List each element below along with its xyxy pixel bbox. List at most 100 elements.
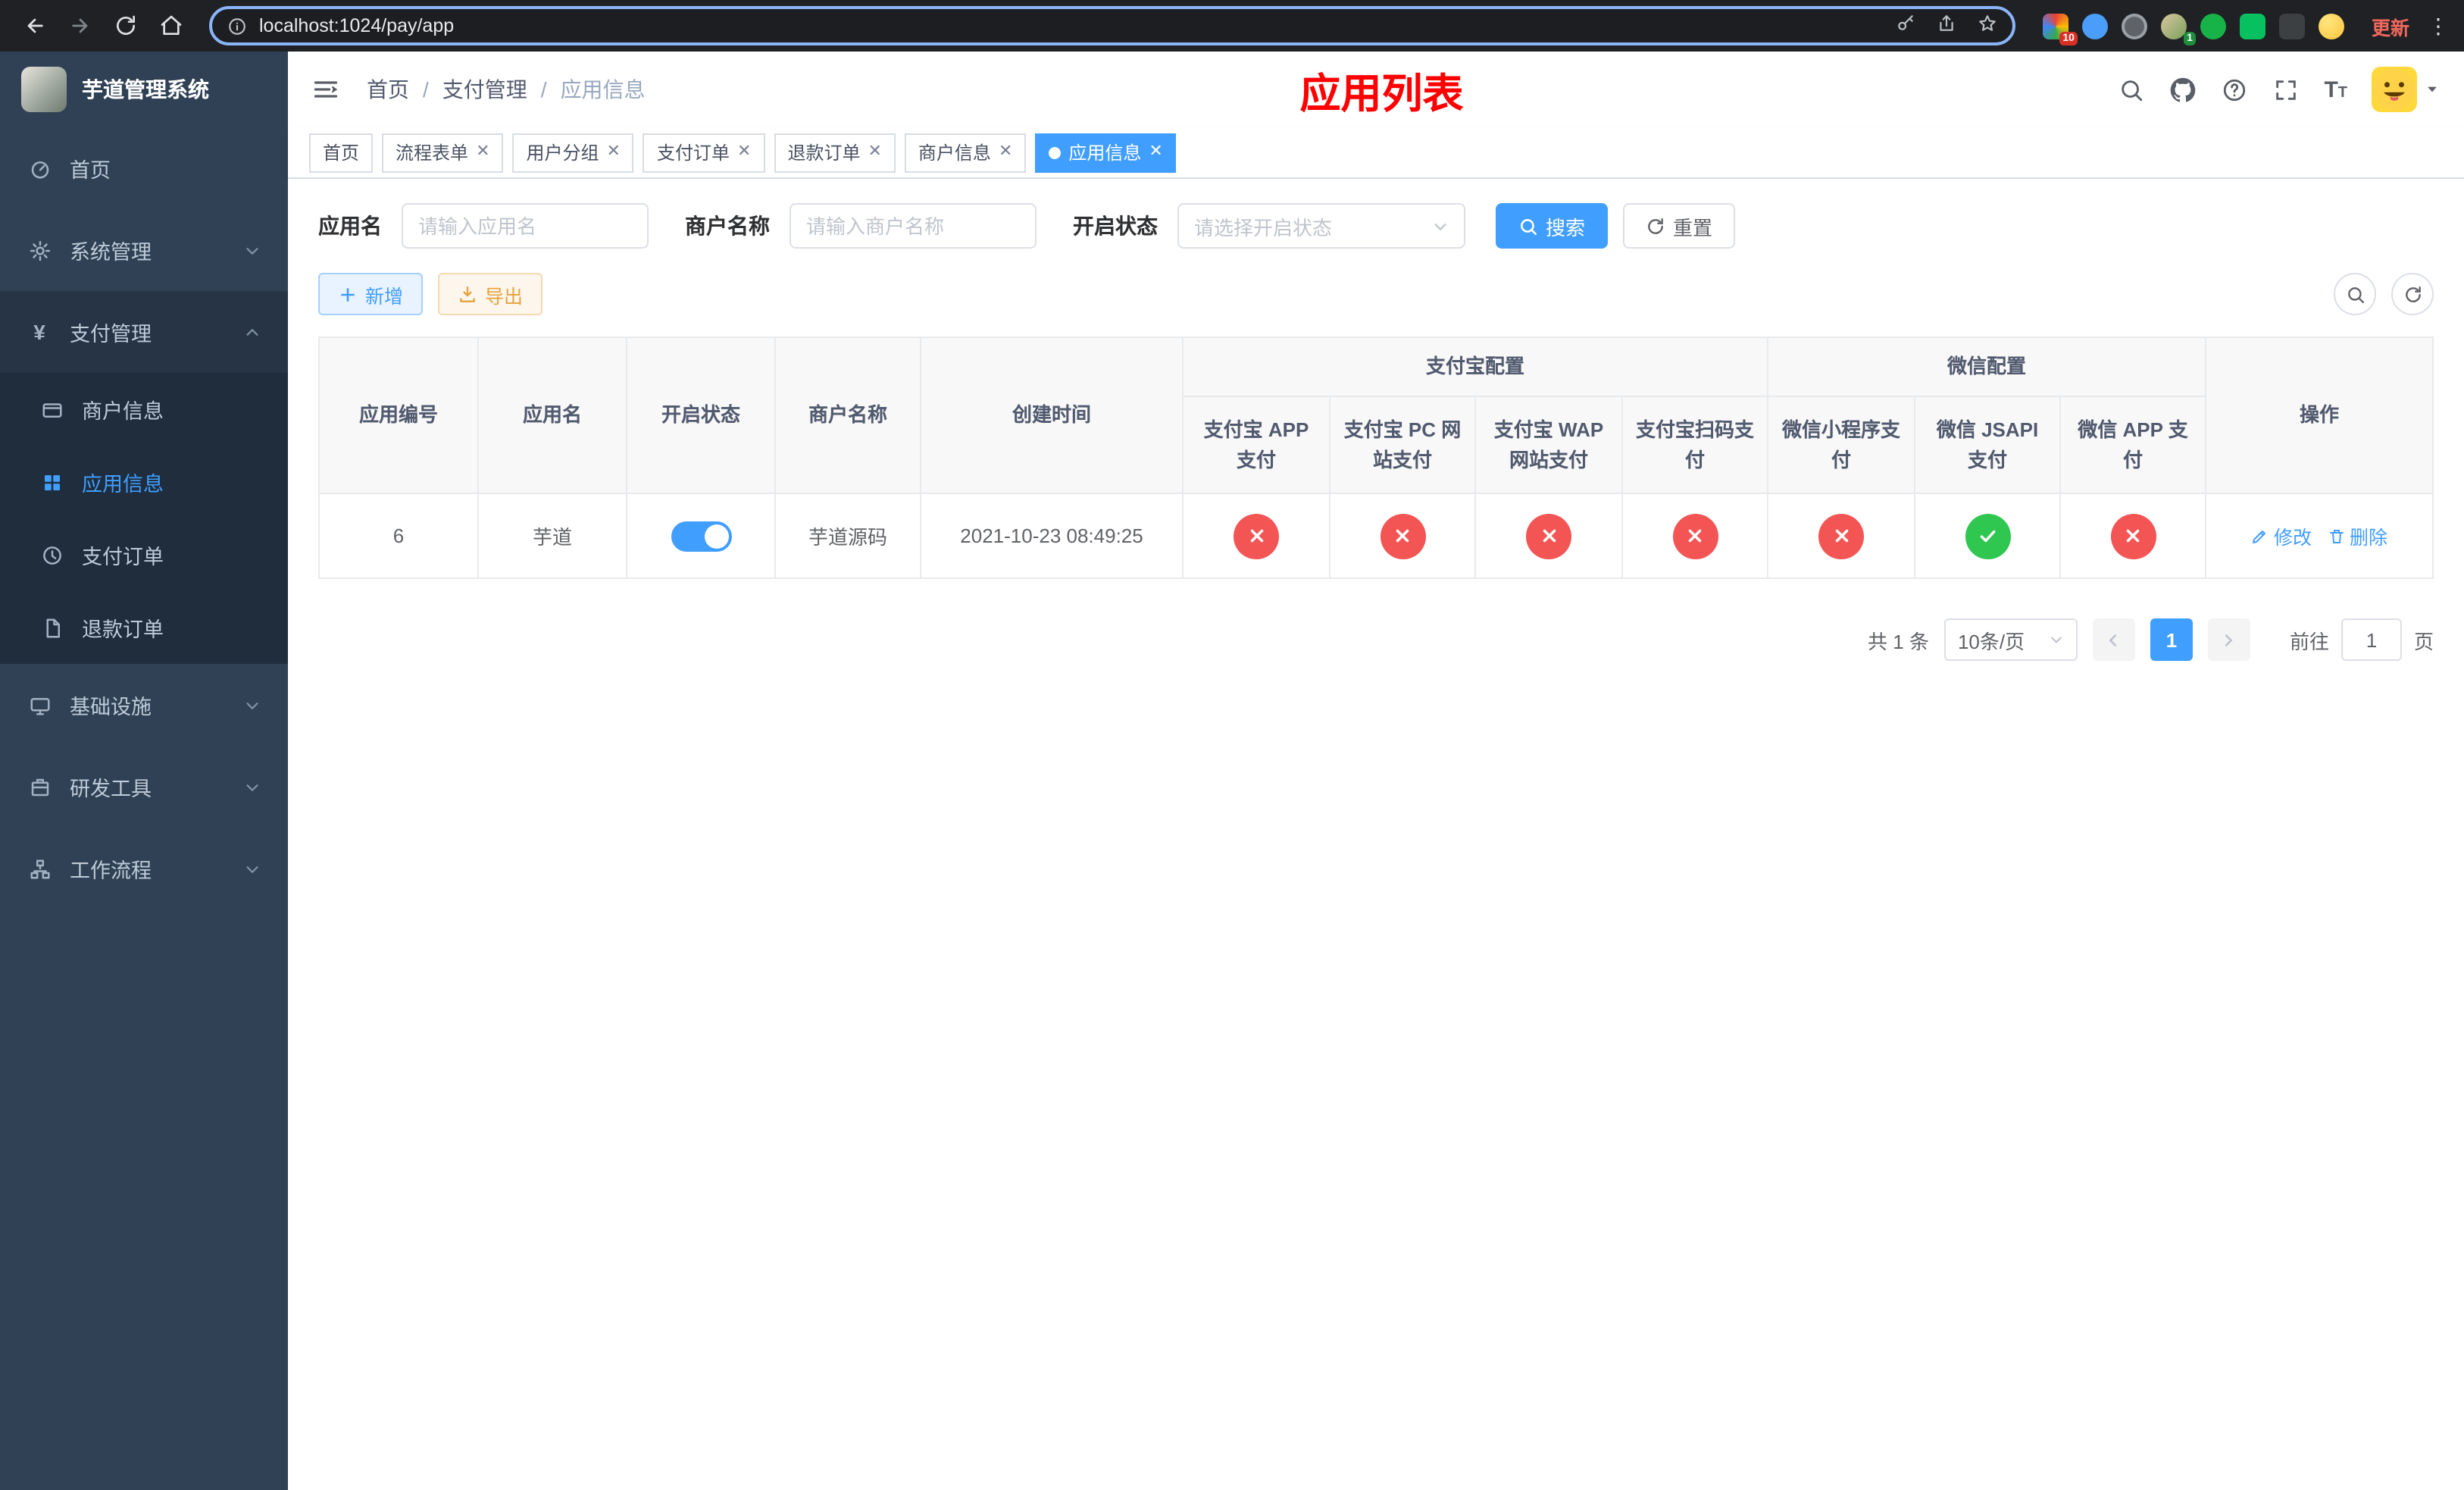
filter-form: 应用名 商户名称 开启状态 请选择开启状态 搜索 重置 bbox=[318, 203, 2434, 249]
goto-page-input[interactable] bbox=[2340, 618, 2402, 661]
tab-merchant-info[interactable]: 商户信息 ✕ bbox=[904, 133, 1027, 172]
dashboard-icon bbox=[27, 156, 52, 180]
sidebar-item-payment[interactable]: ¥ 支付管理 bbox=[0, 291, 288, 373]
search-button[interactable]: 搜索 bbox=[1496, 203, 1609, 249]
app-name-label: 应用名 bbox=[318, 214, 382, 238]
sidebar-item-workflow[interactable]: 工作流程 bbox=[0, 828, 288, 909]
breadcrumb: 首页 / 支付管理 / 应用信息 bbox=[367, 74, 646, 105]
chrome-update-button[interactable]: 更新 bbox=[2359, 11, 2422, 40]
page-title: 应用列表 bbox=[1299, 70, 1464, 116]
next-page-button[interactable] bbox=[2207, 618, 2250, 661]
merchant-name-label: 商户名称 bbox=[685, 214, 770, 238]
extension-drop-icon[interactable] bbox=[2081, 13, 2108, 39]
extension-dark-icon[interactable] bbox=[2121, 13, 2147, 39]
sidebar-item-system[interactable]: 系统管理 bbox=[0, 209, 288, 291]
tab-close-icon[interactable]: ✕ bbox=[607, 143, 621, 161]
search-icon[interactable] bbox=[2118, 76, 2145, 103]
tab-process-form[interactable]: 流程表单 ✕ bbox=[382, 133, 504, 172]
extension-green-circle-icon[interactable] bbox=[2200, 13, 2226, 39]
payment-submenu: 商户信息 应用信息 支付订单 退款订单 bbox=[0, 373, 288, 664]
sidebar-item-merchant-info[interactable]: 商户信息 bbox=[0, 373, 288, 446]
current-page-button[interactable]: 1 bbox=[2150, 618, 2193, 661]
sidebar-item-pay-orders[interactable]: 支付订单 bbox=[0, 518, 288, 591]
export-button[interactable]: 导出 bbox=[438, 273, 543, 315]
password-key-icon[interactable] bbox=[1896, 14, 1915, 38]
app-title: 芋道管理系统 bbox=[82, 77, 209, 102]
chevron-up-icon bbox=[244, 324, 261, 340]
sidebar-item-home[interactable]: 首页 bbox=[0, 127, 288, 209]
tab-close-icon[interactable]: ✕ bbox=[476, 143, 489, 161]
pagination: 共 1 条 10条/页 1 前往 页 bbox=[318, 618, 2434, 661]
extension-avatar-icon[interactable]: 1 bbox=[2160, 13, 2196, 45]
tab-close-icon[interactable]: ✕ bbox=[1149, 143, 1162, 161]
sidebar-item-dev-tools[interactable]: 研发工具 bbox=[0, 746, 288, 828]
sidebar-item-infrastructure[interactable]: 基础设施 bbox=[0, 664, 288, 746]
order-icon bbox=[39, 543, 64, 567]
url-bar[interactable]: localhost:1024/pay/app bbox=[209, 6, 2015, 45]
sidebar-item-refund-orders[interactable]: 退款订单 bbox=[0, 591, 288, 664]
help-icon[interactable] bbox=[2221, 76, 2248, 103]
site-info-icon[interactable] bbox=[227, 16, 247, 36]
app-name-input[interactable] bbox=[402, 203, 649, 249]
sidebar: 芋道管理系统 首页 系统管理 ¥ 支付管理 商户信息 应用信息 支付订单 退款订… bbox=[0, 52, 288, 1490]
merchant-name-input[interactable] bbox=[790, 203, 1037, 249]
col-header-alipay-wap: 支付宝 WAP 网站支付 bbox=[1474, 396, 1623, 494]
reload-button[interactable] bbox=[106, 6, 145, 45]
active-dot bbox=[1049, 146, 1062, 158]
refresh-icon bbox=[1648, 218, 1663, 233]
github-icon[interactable] bbox=[2169, 76, 2197, 103]
status-select[interactable]: 请选择开启状态 bbox=[1177, 203, 1465, 249]
breadcrumb-payment[interactable]: 支付管理 bbox=[442, 74, 527, 105]
url-text[interactable]: localhost:1024/pay/app bbox=[259, 15, 454, 36]
extension-apps-icon[interactable]: 10 bbox=[2042, 13, 2078, 45]
sidebar-item-app-info[interactable]: 应用信息 bbox=[0, 446, 288, 518]
cell-app-id: 6 bbox=[318, 493, 479, 579]
font-size-icon[interactable]: TT bbox=[2324, 78, 2347, 101]
forward-button[interactable] bbox=[61, 6, 100, 45]
reset-button[interactable]: 重置 bbox=[1623, 203, 1736, 249]
extension-puzzle-icon[interactable] bbox=[2278, 13, 2305, 39]
delete-link[interactable]: 删除 bbox=[2327, 521, 2387, 550]
back-button[interactable] bbox=[15, 6, 55, 45]
extension-badge: 10 bbox=[2059, 31, 2078, 45]
add-button[interactable]: 新增 bbox=[318, 273, 424, 315]
edit-pencil-icon bbox=[2253, 530, 2266, 543]
edit-link[interactable]: 修改 bbox=[2251, 521, 2312, 550]
collapse-sidebar-icon[interactable] bbox=[312, 74, 342, 105]
tab-app-info[interactable]: 应用信息 ✕ bbox=[1035, 133, 1177, 172]
tab-home[interactable]: 首页 bbox=[309, 133, 374, 172]
share-icon[interactable] bbox=[1937, 14, 1956, 38]
home-button[interactable] bbox=[152, 6, 191, 45]
refresh-icon bbox=[2405, 286, 2420, 302]
card-icon bbox=[39, 397, 64, 421]
toggle-search-button[interactable] bbox=[2334, 273, 2376, 315]
fullscreen-icon[interactable] bbox=[2272, 76, 2300, 103]
tab-close-icon[interactable]: ✕ bbox=[999, 143, 1012, 161]
app-table: 应用编号 应用名 开启状态 商户名称 创建时间 支付宝配置 微信配置 操作 支付… bbox=[318, 337, 2434, 579]
status-toggle[interactable] bbox=[671, 521, 731, 551]
extension-wechat-icon[interactable] bbox=[2239, 13, 2265, 39]
tab-close-icon[interactable]: ✕ bbox=[737, 143, 751, 161]
group-header-wechat: 微信配置 bbox=[1767, 337, 2207, 397]
chevron-down-icon bbox=[2425, 82, 2440, 97]
tab-refund-orders[interactable]: 退款订单 ✕ bbox=[774, 133, 896, 172]
prev-page-button[interactable] bbox=[2092, 618, 2135, 661]
avatar bbox=[2372, 67, 2417, 112]
briefcase-icon bbox=[27, 775, 52, 799]
breadcrumb-home[interactable]: 首页 bbox=[367, 74, 409, 105]
chrome-menu-icon[interactable]: ⋮ bbox=[2428, 13, 2449, 39]
page-size-select[interactable]: 10条/页 bbox=[1943, 618, 2078, 661]
tab-close-icon[interactable]: ✕ bbox=[868, 143, 881, 161]
extension-emoji-icon[interactable] bbox=[2318, 13, 2344, 39]
tab-user-group[interactable]: 用户分组 ✕ bbox=[512, 133, 634, 172]
refresh-table-button[interactable] bbox=[2391, 273, 2434, 315]
col-header-wx-app: 微信 APP 支付 bbox=[2059, 396, 2207, 494]
cell-merchant: 芋道源码 bbox=[774, 493, 921, 579]
bookmark-star-icon[interactable] bbox=[1978, 14, 1997, 38]
tab-pay-orders[interactable]: 支付订单 ✕ bbox=[643, 133, 765, 172]
status-x-icon bbox=[1380, 513, 1425, 559]
trash-icon bbox=[2329, 529, 2343, 543]
chevron-down-icon bbox=[2051, 637, 2062, 643]
col-header-id: 应用编号 bbox=[318, 337, 479, 494]
user-menu[interactable] bbox=[2372, 67, 2440, 112]
